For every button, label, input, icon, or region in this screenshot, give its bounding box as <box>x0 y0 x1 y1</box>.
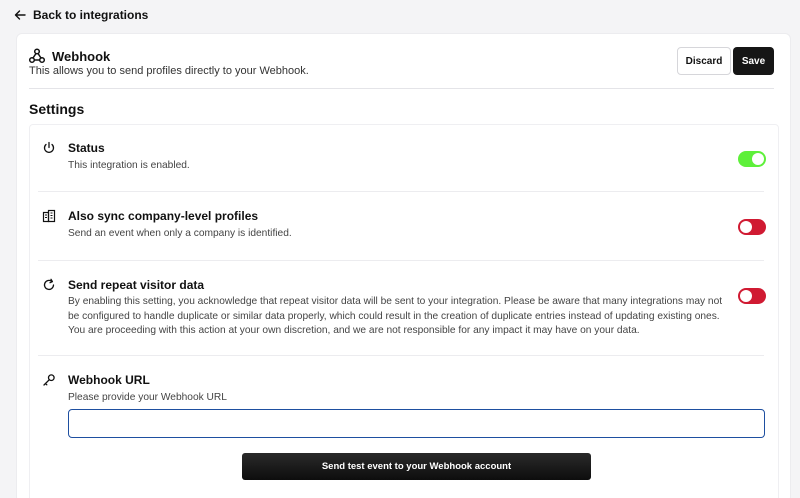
page-subtitle: This allows you to send profiles directl… <box>29 65 309 77</box>
refresh-icon <box>42 278 56 292</box>
webhook-icon <box>28 48 46 64</box>
setting-row-repeat-visitor: Send repeat visitor data By enabling thi… <box>30 261 780 355</box>
settings-heading: Settings <box>29 101 85 117</box>
webhook-url-title: Webhook URL <box>68 373 150 387</box>
company-profiles-toggle[interactable] <box>738 219 766 235</box>
page-title: Webhook <box>52 48 111 64</box>
status-title: Status <box>68 141 105 155</box>
status-description: This integration is enabled. <box>68 160 190 171</box>
buildings-icon <box>42 209 56 223</box>
settings-panel: Status This integration is enabled. Also… <box>29 124 779 498</box>
webhook-url-description: Please provide your Webhook URL <box>68 392 227 403</box>
setting-row-status: Status This integration is enabled. <box>30 125 780 191</box>
power-icon <box>42 141 56 155</box>
back-link-label: Back to integrations <box>33 8 149 22</box>
key-icon <box>42 373 56 387</box>
top-bar: Back to integrations <box>0 0 800 30</box>
company-profiles-description: Send an event when only a company is ide… <box>68 228 292 239</box>
company-profiles-title: Also sync company-level profiles <box>68 209 259 223</box>
discard-button[interactable]: Discard <box>677 47 731 75</box>
repeat-visitor-description: By enabling this setting, you acknowledg… <box>68 296 723 336</box>
setting-row-company-profiles: Also sync company-level profiles Send an… <box>30 192 780 260</box>
arrow-left-icon <box>14 10 26 20</box>
repeat-visitor-toggle[interactable] <box>738 288 766 304</box>
integration-header: Webhook This allows you to send profiles… <box>17 34 792 88</box>
send-test-event-button[interactable]: Send test event to your Webhook account <box>242 453 591 480</box>
save-button[interactable]: Save <box>733 47 774 75</box>
repeat-visitor-title: Send repeat visitor data <box>68 278 205 292</box>
header-divider <box>29 88 774 89</box>
integration-card: Webhook This allows you to send profiles… <box>16 33 791 498</box>
status-toggle[interactable] <box>738 151 766 167</box>
webhook-url-input[interactable] <box>68 409 765 438</box>
back-to-integrations-link[interactable]: Back to integrations <box>14 8 148 22</box>
